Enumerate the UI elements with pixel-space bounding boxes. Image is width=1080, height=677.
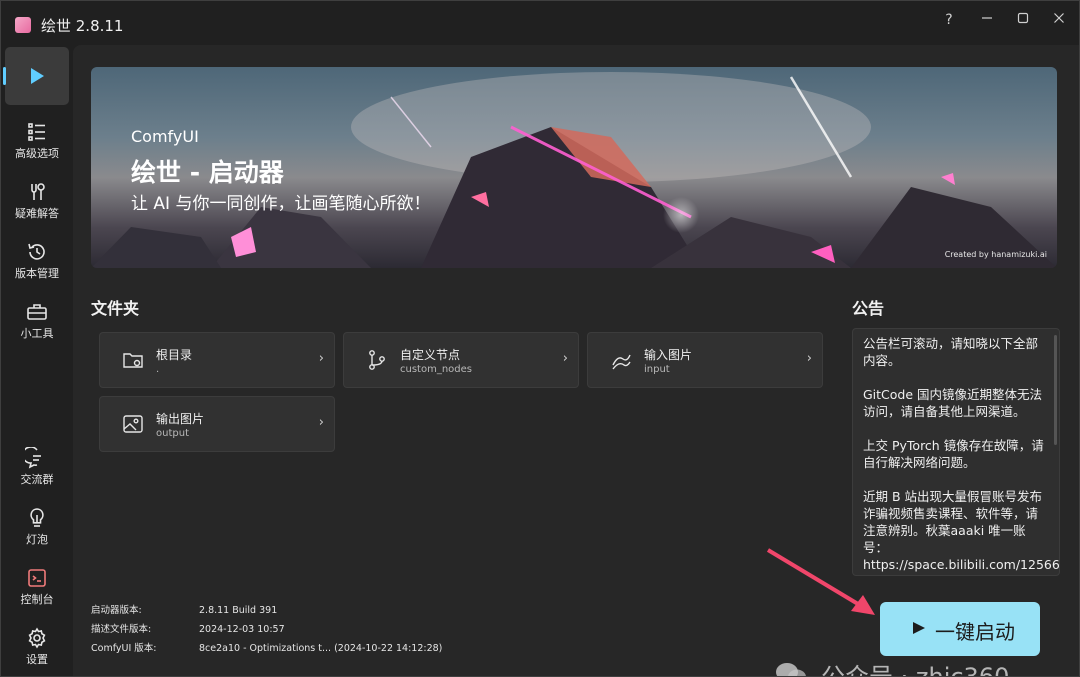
info-value: 2.8.11 Build 391 [199,605,278,616]
folder-name: 自定义节点 [400,348,461,362]
folder-name: 输入图片 [644,348,693,362]
app-logo-icon [15,17,31,33]
info-key: ComfyUI 版本: [91,643,157,654]
chat-icon [25,447,41,469]
watermark-text: 公众号 · zhjc360 [821,663,1010,677]
image-icon [123,415,143,433]
banner-title: 绘世 - 启动器 [131,158,284,187]
close-icon [1054,13,1064,23]
chevron-right-icon: › [318,415,324,430]
history-icon [28,243,45,260]
wechat-icon [776,663,806,676]
launcher-window: 绘世 2.8.11 ? 高级选项 疑难解答 版本管理 小工具 交流群 灯泡 控制… [0,0,1080,677]
folder-card-input[interactable]: 输入图片 input › [587,332,823,388]
info-key: 描述文件版本: [91,624,152,635]
info-key: 启动器版本: [91,605,142,616]
chevron-right-icon: › [562,351,568,366]
chevron-right-icon: › [318,351,324,366]
branch-icon [369,350,385,370]
sidebar-item-versions[interactable]: 版本管理 [5,235,69,291]
folder-card-root[interactable]: 根目录 . › [99,332,335,388]
launch-button[interactable]: 一键启动 [880,602,1040,656]
gear-icon [28,627,46,649]
folder-card-custom-nodes[interactable]: 自定义节点 custom_nodes › [343,332,579,388]
close-button[interactable] [1045,9,1073,31]
input-icon [612,354,631,370]
launch-label: 一键启动 [935,620,1015,644]
sidebar-item-label: 疑难解答 [15,207,59,220]
banner-credit: Created by hanamizuki.ai [944,250,1047,259]
window-title: 绘世 2.8.11 [41,17,124,35]
maximize-icon [1017,12,1029,24]
folder-icon [123,353,143,368]
title-bar: 绘世 2.8.11 ? [1,1,1079,45]
sidebar-item-troubleshoot[interactable]: 疑难解答 [5,175,69,231]
folder-path: output [156,428,189,439]
minimize-icon [982,17,992,19]
sidebar-item-advanced[interactable]: 高级选项 [5,115,69,171]
sidebar-item-label: 灯泡 [26,533,48,546]
toolbox-icon [27,304,47,320]
console-icon [28,569,46,587]
banner-subtitle: ComfyUI [131,127,199,146]
folder-path: custom_nodes [400,364,472,375]
notice-section-title: 公告 [852,299,885,318]
minimize-button[interactable] [973,9,1001,31]
sidebar-item-label: 交流群 [20,473,54,486]
sidebar-item-tools[interactable]: 小工具 [5,295,69,351]
sidebar-item-label: 小工具 [20,327,54,340]
hero-banner: ComfyUI 绘世 - 启动器 让 AI 与你一同创作，让画笔随心所欲！ Cr… [91,67,1057,268]
help-button[interactable]: ? [935,9,963,31]
sidebar-item-console[interactable]: 控制台 [5,561,69,617]
folders-section-title: 文件夹 [91,299,140,318]
folder-path: . [156,364,160,375]
lightbulb-icon [30,508,44,527]
sidebar-item-settings[interactable]: 设置 [5,621,69,676]
list-icon [28,123,45,141]
wrench-icon [31,183,45,200]
sidebar-item-community[interactable]: 交流群 [5,441,69,497]
sidebar: 高级选项 疑难解答 版本管理 小工具 交流群 灯泡 控制台 设置 [1,45,73,676]
notice-scrollbar[interactable] [1054,335,1057,445]
sidebar-item-label: 版本管理 [15,267,59,280]
maximize-button[interactable] [1009,9,1037,31]
main-content: ComfyUI 绘世 - 启动器 让 AI 与你一同创作，让画笔随心所欲！ Cr… [73,45,1079,676]
folder-path: input [644,364,670,375]
active-indicator [3,67,6,85]
notice-panel[interactable]: 公告栏可滚动，请知晓以下全部内容。 GitCode 国内镜像近期整体无法访问，请… [852,328,1060,576]
folder-name: 根目录 [156,348,193,362]
info-value: 8ce2a10 - Optimizations t... (2024-10-22… [199,643,443,654]
info-comfyui-version: ComfyUI 版本: 8ce2a10 - Optimizations t... … [91,640,442,654]
sidebar-item-label: 设置 [26,653,48,666]
notice-text: 公告栏可滚动，请知晓以下全部内容。 GitCode 国内镜像近期整体无法访问，请… [863,336,1060,572]
sidebar-item-label: 高级选项 [15,147,59,160]
info-launcher-version: 启动器版本: 2.8.11 Build 391 [91,602,277,616]
sidebar-item-bulb[interactable]: 灯泡 [5,501,69,557]
sidebar-item-label: 控制台 [20,593,54,606]
play-icon [31,68,44,84]
banner-tagline: 让 AI 与你一同创作，让画笔随心所欲！ [131,194,431,214]
info-value: 2024-12-03 10:57 [199,624,285,635]
info-profile-version: 描述文件版本: 2024-12-03 10:57 [91,621,285,635]
folder-name: 输出图片 [156,412,205,426]
chevron-right-icon: › [806,351,812,366]
folder-card-output[interactable]: 输出图片 output › [99,396,335,452]
play-icon [913,622,925,634]
sidebar-item-launch[interactable] [3,47,69,105]
